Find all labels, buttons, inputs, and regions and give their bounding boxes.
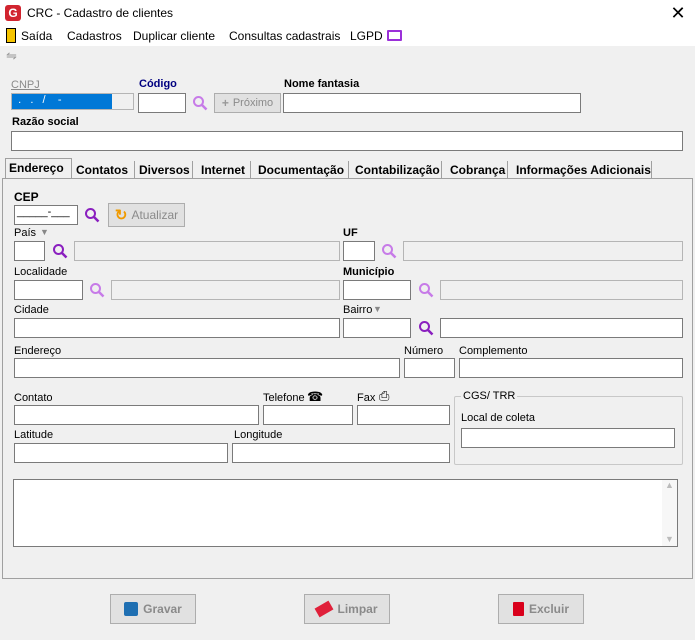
- search-bairro-icon[interactable]: [418, 320, 434, 336]
- scroll-down-icon[interactable]: ▼: [662, 534, 677, 544]
- observacoes-textarea[interactable]: [13, 479, 678, 547]
- contato-label: Contato: [14, 392, 53, 404]
- codigo-input[interactable]: [138, 93, 186, 113]
- observacoes-scrollbar[interactable]: ▲ ▼: [662, 480, 677, 546]
- municipio-name-field: [440, 280, 683, 300]
- menu-bar: Saída Cadastros Duplicar cliente Consult…: [0, 28, 695, 46]
- bairro-name-input[interactable]: [440, 318, 683, 338]
- pais-code-input[interactable]: [14, 241, 45, 261]
- cnpj-label: CNPJ: [11, 79, 40, 91]
- eraser-icon: [315, 600, 334, 618]
- trash-icon: [512, 602, 524, 616]
- tab-internet[interactable]: Internet: [198, 161, 251, 179]
- search-uf-icon[interactable]: [381, 243, 397, 259]
- cep-input[interactable]: _____-___: [14, 205, 78, 225]
- cnpj-field: . . / -: [11, 93, 134, 110]
- atualizar-label: Atualizar: [131, 208, 179, 222]
- endereco-label: Endereço: [14, 345, 62, 357]
- nome-fantasia-label: Nome fantasia: [284, 78, 360, 90]
- cidade-label: Cidade: [14, 304, 49, 316]
- tab-documentacao[interactable]: Documentação: [255, 161, 349, 179]
- municipio-label: Município: [343, 266, 395, 278]
- localidade-input[interactable]: [14, 280, 83, 300]
- excluir-button[interactable]: Excluir: [498, 594, 584, 624]
- municipio-input[interactable]: [343, 280, 411, 300]
- gravar-button[interactable]: Gravar: [110, 594, 196, 624]
- fax-label: Fax: [357, 392, 376, 404]
- cidade-input[interactable]: [14, 318, 340, 338]
- complemento-input[interactable]: [459, 358, 683, 378]
- proximo-button[interactable]: + Próximo: [214, 93, 281, 113]
- pais-label: País: [14, 227, 37, 239]
- longitude-label: Longitude: [234, 429, 283, 441]
- local-coleta-input[interactable]: [461, 428, 675, 448]
- menu-cadastros[interactable]: Cadastros: [67, 29, 122, 43]
- fax-icon: ⎙: [379, 388, 390, 403]
- longitude-input[interactable]: [232, 443, 450, 463]
- razao-social-input[interactable]: [11, 131, 683, 151]
- latitude-label: Latitude: [14, 429, 54, 441]
- codigo-label: Código: [139, 78, 177, 90]
- gravar-label: Gravar: [143, 602, 182, 616]
- endereco-input[interactable]: [14, 358, 400, 378]
- localidade-name-field: [111, 280, 340, 300]
- search-municipio-icon[interactable]: [418, 282, 434, 298]
- save-icon: [124, 602, 139, 616]
- limpar-label: Limpar: [337, 602, 378, 616]
- excluir-label: Excluir: [528, 602, 570, 616]
- numero-label: Número: [404, 345, 444, 357]
- cnpj-value: . . / -: [12, 94, 112, 109]
- uf-label: UF: [343, 227, 358, 239]
- telefone-label: Telefone: [263, 392, 305, 404]
- exit-door-icon: [6, 28, 16, 43]
- window-title: CRC - Cadastro de clientes: [27, 6, 174, 20]
- bairro-label: Bairro: [343, 304, 373, 316]
- numero-input[interactable]: [404, 358, 455, 378]
- razao-social-label: Razão social: [12, 116, 79, 128]
- search-codigo-icon[interactable]: [192, 95, 208, 111]
- scroll-up-icon[interactable]: ▲: [662, 480, 677, 490]
- telephone-icon: ☎: [307, 389, 324, 404]
- tab-informacoes-adicionais[interactable]: Informações Adicionais: [513, 161, 652, 179]
- tab-cobranca[interactable]: Cobrança: [447, 161, 508, 179]
- telefone-input[interactable]: [263, 405, 353, 425]
- bairro-pin-icon: ▼: [373, 304, 382, 314]
- cep-label: CEP: [14, 190, 39, 204]
- app-icon: G: [5, 5, 21, 21]
- cgs-trr-label: CGS/ TRR: [461, 390, 518, 402]
- refresh-icon: ↻: [114, 207, 128, 224]
- menu-saida[interactable]: Saída: [21, 29, 52, 43]
- search-localidade-icon[interactable]: [89, 282, 105, 298]
- tab-contatos[interactable]: Contatos: [73, 161, 135, 179]
- title-bar: G CRC - Cadastro de clientes ✕: [0, 0, 695, 28]
- uf-input[interactable]: [343, 241, 375, 261]
- tab-contabilizacao[interactable]: Contabilização: [352, 161, 442, 179]
- uf-name-field: [403, 241, 683, 261]
- search-cep-icon[interactable]: [84, 207, 100, 223]
- close-button[interactable]: ✕: [664, 2, 692, 26]
- refresh-arrows-icon[interactable]: ⇋: [6, 49, 20, 63]
- bairro-input[interactable]: [343, 318, 411, 338]
- localidade-label: Localidade: [14, 266, 68, 278]
- local-coleta-label: Local de coleta: [461, 412, 535, 424]
- menu-lgpd[interactable]: LGPD: [350, 29, 383, 43]
- plus-icon: +: [221, 96, 229, 110]
- complemento-label: Complemento: [459, 345, 528, 357]
- menu-duplicar-cliente[interactable]: Duplicar cliente: [133, 29, 215, 43]
- fax-input[interactable]: [357, 405, 450, 425]
- latitude-input[interactable]: [14, 443, 228, 463]
- nome-fantasia-input[interactable]: [283, 93, 581, 113]
- search-pais-icon[interactable]: [52, 243, 68, 259]
- menu-consultas-cadastrais[interactable]: Consultas cadastrais: [229, 29, 340, 43]
- contato-input[interactable]: [14, 405, 259, 425]
- pais-pin-icon: ▼: [40, 227, 49, 237]
- tab-diversos[interactable]: Diversos: [136, 161, 193, 179]
- pais-name-field: [74, 241, 340, 261]
- monitor-icon[interactable]: [387, 30, 402, 41]
- tab-endereco[interactable]: Endereço: [5, 158, 72, 179]
- atualizar-button[interactable]: ↻ Atualizar: [108, 203, 185, 227]
- proximo-label: Próximo: [232, 97, 274, 109]
- limpar-button[interactable]: Limpar: [304, 594, 390, 624]
- cep-mask: _____-___: [17, 206, 70, 218]
